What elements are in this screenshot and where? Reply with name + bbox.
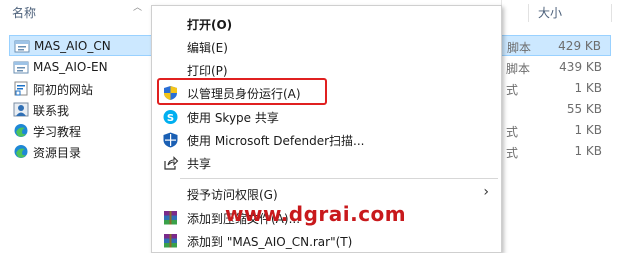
sort-ascending-icon: ︿ <box>133 3 143 13</box>
menu-item-label: 使用 Skype 共享 <box>187 111 279 125</box>
watermark-text: www.dgrai.com <box>225 202 407 226</box>
menu-item-label: 打印(P) <box>187 64 228 78</box>
file-name: MAS_AIO-EN <box>33 60 108 74</box>
file-size: 55 KB <box>566 102 602 116</box>
menu-item-label: 授予访问权限(G) <box>187 188 278 202</box>
defender-shield-icon <box>163 132 178 148</box>
edge-browser-icon <box>14 145 28 158</box>
menu-item-label: 编辑(E) <box>187 41 228 55</box>
column-divider <box>528 4 529 22</box>
file-size: 1 KB <box>574 144 602 158</box>
script-file-icon <box>13 61 29 74</box>
menu-item-defender-scan[interactable]: 使用 Microsoft Defender扫描... <box>152 129 501 151</box>
file-name: MAS_AIO_CN <box>34 39 111 53</box>
menu-item-skype-share[interactable]: S 使用 Skype 共享 <box>152 106 501 128</box>
menu-item-label: 打开(O) <box>187 18 233 32</box>
file-type: 式 <box>506 83 519 97</box>
shortcut-icon <box>14 81 28 96</box>
submenu-arrow-icon: › <box>483 184 489 200</box>
menu-item-edit[interactable]: 编辑(E) <box>152 36 501 58</box>
file-type: 式 <box>506 146 519 160</box>
file-size: 1 KB <box>574 123 602 137</box>
winrar-icon <box>164 211 177 225</box>
file-size: 429 KB <box>558 39 601 53</box>
svg-text:S: S <box>167 113 174 124</box>
contact-image-icon <box>13 102 29 117</box>
skype-icon: S <box>163 110 178 124</box>
menu-item-open[interactable]: 打开(O) <box>152 13 501 35</box>
file-type: 脚本 <box>506 62 531 76</box>
file-size: 1 KB <box>574 81 602 95</box>
file-name: 学习教程 <box>33 125 82 139</box>
file-type: 式 <box>506 125 519 139</box>
menu-separator <box>180 178 498 179</box>
share-icon <box>164 156 179 170</box>
file-name: 联系我 <box>33 104 70 118</box>
file-name: 资源目录 <box>33 146 82 160</box>
winrar-icon <box>164 234 177 248</box>
column-header-name[interactable]: 名称 <box>12 4 36 21</box>
file-size: 439 KB <box>559 60 602 74</box>
edge-browser-icon <box>14 124 28 137</box>
script-file-icon <box>14 40 30 53</box>
column-header-size[interactable]: 大小 <box>538 4 562 21</box>
file-type: 脚本 <box>507 41 532 55</box>
menu-item-label: 使用 Microsoft Defender扫描... <box>187 134 365 148</box>
annotation-highlight-box <box>157 78 327 105</box>
menu-item-share[interactable]: 共享 <box>152 152 501 174</box>
menu-item-add-to-rar[interactable]: 添加到 "MAS_AIO_CN.rar"(T) <box>152 230 501 252</box>
menu-item-label: 添加到 "MAS_AIO_CN.rar"(T) <box>187 235 353 249</box>
menu-item-label: 共享 <box>187 157 212 171</box>
column-divider <box>611 4 612 22</box>
file-name: 阿初的网站 <box>33 83 94 97</box>
